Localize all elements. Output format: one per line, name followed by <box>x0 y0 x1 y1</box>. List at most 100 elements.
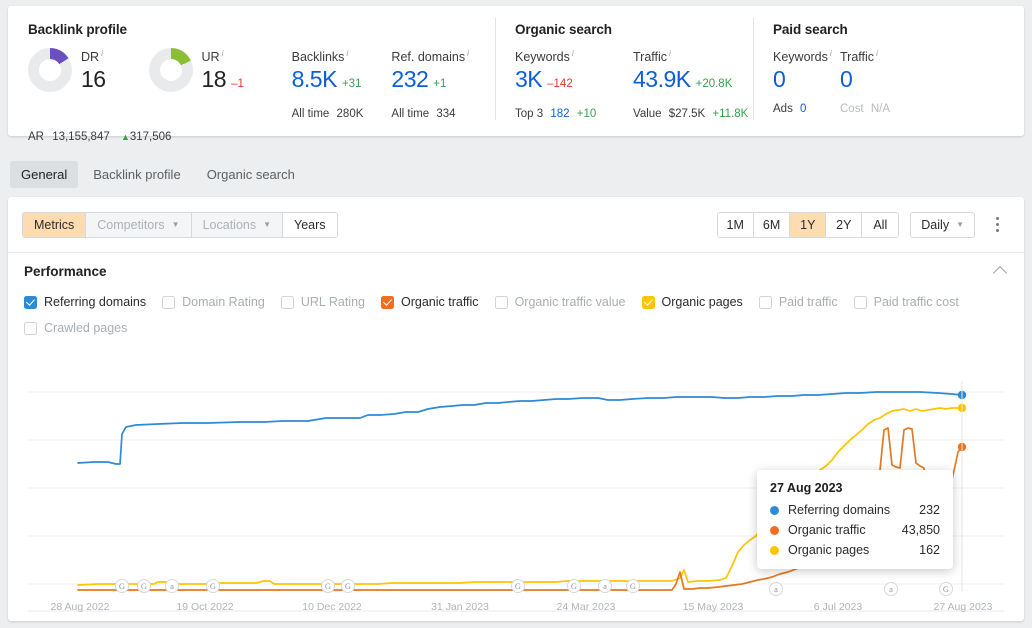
kebab-dot <box>996 223 999 226</box>
chart-annotation-marker-a[interactable]: a <box>884 582 898 596</box>
checkbox-box <box>759 296 772 309</box>
tab-backlink-profile[interactable]: Backlink profile <box>82 161 191 188</box>
chart-annotation-marker-g[interactable]: G <box>567 579 581 593</box>
organic-traffic-info-icon[interactable]: i <box>669 48 671 58</box>
chart-toolbar: Metrics Competitors▼ Locations▼ Years 1M… <box>8 197 1024 253</box>
x-axis-tick-label: 10 Dec 2022 <box>302 601 362 613</box>
tooltip-row-referring-domains: Referring domains 232 <box>770 503 940 517</box>
metric-paid-traffic: Traffici 0 Cost N/A <box>840 46 890 115</box>
checkbox-box <box>281 296 294 309</box>
paid-traffic-subtext: Cost N/A <box>840 103 890 115</box>
checkbox-label: Organic traffic value <box>515 295 626 309</box>
ur-donut-icon <box>149 48 193 92</box>
checkbox-paid-traffic[interactable]: Paid traffic <box>759 295 838 309</box>
chevron-down-icon: ▼ <box>956 220 964 229</box>
tooltip-series-name: Referring domains <box>788 503 890 517</box>
x-axis-tick-label: 28 Aug 2022 <box>51 601 110 613</box>
range-all[interactable]: All <box>862 213 898 237</box>
paid-keywords-subtext: Ads 0 <box>773 103 840 115</box>
more-options-icon[interactable] <box>984 212 1010 238</box>
chevron-down-icon: ▼ <box>263 220 271 229</box>
chevron-down-icon: ▼ <box>172 220 180 229</box>
tooltip-row-organic-traffic: Organic traffic 43,850 <box>770 523 940 537</box>
organic-keywords-info-icon[interactable]: i <box>572 48 574 58</box>
backlinks-info-icon[interactable]: i <box>346 48 348 58</box>
ar-delta: 317,506 <box>130 131 172 143</box>
chevron-up-icon[interactable] <box>994 264 1008 278</box>
years-button[interactable]: Years <box>283 213 337 237</box>
x-axis-tick-label: 31 Jan 2023 <box>431 601 489 613</box>
range-1y[interactable]: 1Y <box>790 213 826 237</box>
chart-annotation-marker-g[interactable]: G <box>939 582 953 596</box>
checkbox-label: Organic pages <box>662 295 743 309</box>
checkbox-label: Paid traffic cost <box>874 295 959 309</box>
checkbox-domain-rating[interactable]: Domain Rating <box>162 295 265 309</box>
chart-annotation-marker-g[interactable]: G <box>206 579 220 593</box>
refdomains-info-icon[interactable]: i <box>467 48 469 58</box>
chart-annotation-marker-g[interactable]: G <box>626 579 640 593</box>
chart-annotation-marker-g[interactable]: G <box>321 579 335 593</box>
range-1m[interactable]: 1M <box>718 213 754 237</box>
chart-x-axis-labels: 28 Aug 202219 Oct 202210 Dec 202231 Jan … <box>8 601 1024 615</box>
competitors-dropdown[interactable]: Competitors▼ <box>86 213 191 237</box>
checkbox-box <box>495 296 508 309</box>
checkbox-crawled-pages[interactable]: Crawled pages <box>24 321 127 335</box>
metric-backlinks: Backlinksi 8.5K +31 All time 280K <box>292 46 392 120</box>
backlinks-value: 8.5K +31 <box>292 64 392 99</box>
checkbox-url-rating[interactable]: URL Rating <box>281 295 365 309</box>
ur-info-icon[interactable]: i <box>222 48 224 58</box>
checkbox-organic-pages[interactable]: Organic pages <box>642 295 743 309</box>
checkbox-organic-traffic-value[interactable]: Organic traffic value <box>495 295 626 309</box>
series-dot-icon <box>770 526 779 535</box>
checkbox-label: Crawled pages <box>44 321 127 335</box>
checkbox-organic-traffic[interactable]: Organic traffic <box>381 295 479 309</box>
view-selector-group: Metrics Competitors▼ Locations▼ Years <box>22 212 338 238</box>
chart-annotation-marker-g[interactable]: G <box>115 579 129 593</box>
dr-info-icon[interactable]: i <box>101 48 103 58</box>
chart-line-referring-domains <box>78 392 962 464</box>
checkbox-paid-traffic-cost[interactable]: Paid traffic cost <box>854 295 959 309</box>
tooltip-series-name: Organic pages <box>788 543 869 557</box>
paid-search-title: Paid search <box>773 22 1024 37</box>
dr-value: 16 <box>81 64 106 94</box>
chart-annotation-marker-g[interactable]: G <box>341 579 355 593</box>
checkbox-label: Paid traffic <box>779 295 838 309</box>
dr-label: DRi <box>81 46 106 64</box>
checkbox-referring-domains[interactable]: Referring domains <box>24 295 146 309</box>
ar-value: 13,155,847 <box>52 131 110 143</box>
kebab-dot <box>996 217 999 220</box>
range-6m[interactable]: 6M <box>754 213 790 237</box>
tab-organic-search[interactable]: Organic search <box>196 161 306 188</box>
ahrefs-rank-row: AR 13,155,847 ▲317,506 <box>28 131 495 143</box>
chart-annotation-marker-a[interactable]: a <box>769 582 783 596</box>
locations-dropdown[interactable]: Locations▼ <box>192 213 283 237</box>
checkbox-box <box>854 296 867 309</box>
paid-keywords-info-icon[interactable]: i <box>830 48 832 58</box>
ur-label: URi <box>202 46 244 64</box>
refdomains-delta: +1 <box>433 69 446 99</box>
range-2y[interactable]: 2Y <box>826 213 862 237</box>
chart-annotation-marker-a[interactable]: a <box>165 579 179 593</box>
checkbox-label: URL Rating <box>301 295 365 309</box>
tab-general[interactable]: General <box>10 161 78 188</box>
chart-annotation-marker-g[interactable]: G <box>137 579 151 593</box>
chart-annotation-marker-a[interactable]: a <box>598 579 612 593</box>
ar-label: AR <box>28 131 44 143</box>
granularity-dropdown[interactable]: Daily▼ <box>910 212 975 238</box>
checkbox-label: Domain Rating <box>182 295 265 309</box>
ur-delta: –1 <box>231 69 244 99</box>
organic-traffic-subtext: Value $27.5K +11.8K <box>633 108 748 120</box>
tooltip-series-name: Organic traffic <box>788 523 866 537</box>
backlink-profile-title: Backlink profile <box>28 22 495 37</box>
metric-organic-keywords: Keywordsi 3K –142 Top 3 182 +10 <box>515 46 633 120</box>
series-dot-icon <box>770 546 779 555</box>
paid-traffic-info-icon[interactable]: i <box>876 48 878 58</box>
organic-keywords-delta: –142 <box>547 69 573 99</box>
backlinks-delta: +31 <box>342 69 362 99</box>
tooltip-row-organic-pages: Organic pages 162 <box>770 543 940 557</box>
chart-annotation-marker-g[interactable]: G <box>511 579 525 593</box>
overview-group-paid-search: Paid search Keywordsi 0 Ads 0 Traffici 0… <box>753 6 1024 136</box>
metrics-button[interactable]: Metrics <box>23 213 86 237</box>
organic-traffic-value: 43.9K +20.8K <box>633 64 748 99</box>
ur-value: 18 –1 <box>202 64 244 99</box>
